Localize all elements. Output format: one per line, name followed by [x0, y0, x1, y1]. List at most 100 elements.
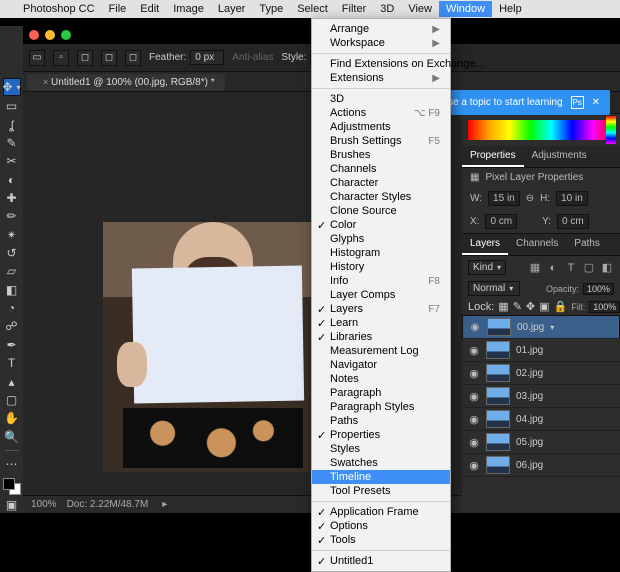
visibility-icon[interactable]: ◉: [468, 367, 480, 380]
menu-edit[interactable]: Edit: [133, 1, 166, 17]
menu-help[interactable]: Help: [492, 1, 529, 17]
lock-artboard-icon[interactable]: ▣: [539, 300, 549, 313]
history-brush-icon[interactable]: ↺: [3, 245, 21, 261]
tab-channels[interactable]: Channels: [508, 234, 566, 255]
document-tab[interactable]: × Untitled1 @ 100% (00.jpg, RGB/8*) *: [27, 74, 225, 91]
tab-adjustments[interactable]: Adjustments: [524, 146, 595, 167]
minimize-window-icon[interactable]: [45, 30, 55, 40]
intersect-selection-icon[interactable]: ◻: [125, 50, 141, 66]
layer-thumb[interactable]: [486, 456, 510, 474]
brush-tool-icon[interactable]: ✏: [3, 208, 21, 224]
color-spectrum[interactable]: [468, 120, 614, 140]
add-selection-icon[interactable]: ◻: [77, 50, 93, 66]
menu-file[interactable]: File: [102, 1, 134, 17]
lock-all-icon[interactable]: 🔒: [554, 300, 568, 313]
lock-paint-icon[interactable]: ✎: [513, 300, 522, 313]
filter-type-icon[interactable]: T: [564, 262, 578, 274]
link-wh-icon[interactable]: ⊖: [526, 193, 534, 204]
menu-select[interactable]: Select: [290, 1, 335, 17]
layer-row[interactable]: ◉01.jpg: [462, 339, 620, 362]
menuitem-styles[interactable]: Styles: [312, 442, 450, 456]
menuitem-character[interactable]: Character: [312, 176, 450, 190]
layer-thumb[interactable]: [486, 410, 510, 428]
path-select-icon[interactable]: ▴: [3, 373, 21, 389]
close-tooltip-icon[interactable]: ✕: [592, 97, 600, 108]
zoom-level[interactable]: 100%: [31, 499, 57, 510]
menuitem-swatches[interactable]: Swatches: [312, 456, 450, 470]
visibility-icon[interactable]: ◉: [468, 413, 480, 426]
layer-thumb[interactable]: [487, 318, 511, 336]
zoom-tool-icon[interactable]: 🔍: [3, 428, 21, 444]
menuitem-application-frame[interactable]: Application Frame: [312, 505, 450, 519]
filter-shape-icon[interactable]: ▢: [582, 261, 596, 274]
menu-filter[interactable]: Filter: [335, 1, 373, 17]
tab-paths[interactable]: Paths: [566, 234, 608, 255]
quickmask-icon[interactable]: ▣: [3, 497, 21, 513]
menu-image[interactable]: Image: [166, 1, 211, 17]
menuitem-character-styles[interactable]: Character Styles: [312, 190, 450, 204]
opacity-field[interactable]: 100%: [583, 283, 614, 295]
edit-toolbar-icon[interactable]: ⋯: [3, 456, 21, 472]
blend-mode-select[interactable]: Normal: [468, 281, 520, 296]
menuitem-properties[interactable]: Properties: [312, 428, 450, 442]
menuitem-3d[interactable]: 3D: [312, 92, 450, 106]
menuitem-history[interactable]: History: [312, 260, 450, 274]
menuitem-learn[interactable]: Learn: [312, 316, 450, 330]
layer-row[interactable]: ◉06.jpg: [462, 454, 620, 477]
menuitem-actions[interactable]: Actions⌥ F9: [312, 106, 450, 120]
gradient-tool-icon[interactable]: ◧: [3, 282, 21, 298]
h-field[interactable]: 10 in: [556, 191, 588, 206]
menuitem-adjustments[interactable]: Adjustments: [312, 120, 450, 134]
status-flyout-icon[interactable]: ▸: [162, 499, 167, 510]
menuitem-info[interactable]: InfoF8: [312, 274, 450, 288]
menuitem-arrange[interactable]: Arrange▶: [312, 22, 450, 36]
layer-thumb[interactable]: [486, 364, 510, 382]
menuitem-layer-comps[interactable]: Layer Comps: [312, 288, 450, 302]
marquee-tool-icon[interactable]: ▭: [3, 98, 21, 114]
visibility-icon[interactable]: ◉: [468, 390, 480, 403]
menuitem-measurement-log[interactable]: Measurement Log: [312, 344, 450, 358]
clone-tool-icon[interactable]: ✴: [3, 227, 21, 243]
filter-pixel-icon[interactable]: ▦: [528, 261, 542, 274]
visibility-icon[interactable]: ◉: [468, 436, 480, 449]
menu-view[interactable]: View: [401, 1, 439, 17]
blur-tool-icon[interactable]: ◔: [3, 300, 21, 316]
dodge-tool-icon[interactable]: ☍: [3, 318, 21, 334]
quick-select-tool-icon[interactable]: ✎: [3, 135, 21, 151]
menuitem-find-extensions-on-exchange-[interactable]: Find Extensions on Exchange...: [312, 57, 450, 71]
menuitem-tools[interactable]: Tools: [312, 533, 450, 547]
menuitem-histogram[interactable]: Histogram: [312, 246, 450, 260]
menuitem-workspace[interactable]: Workspace▶: [312, 36, 450, 50]
menu-3d[interactable]: 3D: [373, 1, 401, 17]
menuitem-extensions[interactable]: Extensions▶: [312, 71, 450, 85]
fg-bg-color[interactable]: [3, 478, 21, 494]
maximize-window-icon[interactable]: [61, 30, 71, 40]
menuitem-paragraph-styles[interactable]: Paragraph Styles: [312, 400, 450, 414]
canvas[interactable]: [103, 222, 313, 472]
layer-row[interactable]: ◉04.jpg: [462, 408, 620, 431]
menu-layer[interactable]: Layer: [211, 1, 253, 17]
fill-field[interactable]: 100%: [589, 301, 620, 313]
shape-tool-icon[interactable]: ▢: [3, 392, 21, 408]
layer-thumb[interactable]: [486, 387, 510, 405]
feather-field[interactable]: 0 px: [190, 50, 224, 65]
new-selection-icon[interactable]: ▫: [53, 50, 69, 66]
menuitem-color[interactable]: Color: [312, 218, 450, 232]
filter-adjust-icon[interactable]: ◐: [546, 262, 560, 274]
lasso-tool-icon[interactable]: ʆ: [3, 116, 21, 132]
menu-window[interactable]: Window: [439, 1, 492, 17]
hand-tool-icon[interactable]: ✋: [3, 410, 21, 426]
visibility-icon[interactable]: ◉: [468, 344, 480, 357]
menuitem-glyphs[interactable]: Glyphs: [312, 232, 450, 246]
visibility-icon[interactable]: ◉: [468, 459, 480, 472]
crop-tool-icon[interactable]: ✂: [3, 153, 21, 169]
menu-photoshop-cc[interactable]: Photoshop CC: [16, 1, 102, 17]
move-tool-icon[interactable]: ✥: [3, 78, 21, 96]
menuitem-channels[interactable]: Channels: [312, 162, 450, 176]
filter-smart-icon[interactable]: ◧: [600, 261, 614, 274]
x-field[interactable]: 0 cm: [485, 214, 517, 229]
sub-selection-icon[interactable]: ◻: [101, 50, 117, 66]
menuitem-timeline[interactable]: Timeline: [312, 470, 450, 484]
close-tab-icon[interactable]: ×: [43, 77, 48, 87]
tool-preset-icon[interactable]: ▭: [29, 50, 45, 66]
